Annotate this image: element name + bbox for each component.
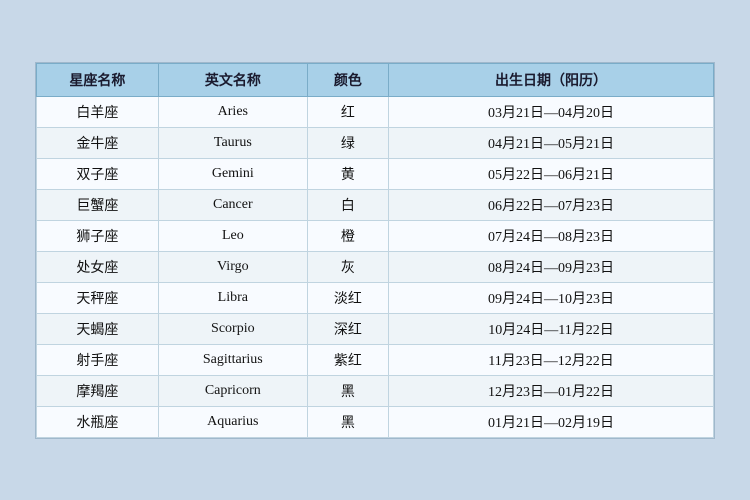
cell-chinese: 狮子座 (37, 220, 159, 251)
zodiac-table: 星座名称 英文名称 颜色 出生日期（阳历） 白羊座Aries红03月21日—04… (36, 63, 714, 438)
cell-color: 红 (307, 96, 388, 127)
cell-date: 04月21日—05月21日 (389, 127, 714, 158)
cell-color: 白 (307, 189, 388, 220)
cell-chinese: 摩羯座 (37, 375, 159, 406)
cell-english: Libra (158, 282, 307, 313)
table-row: 射手座Sagittarius紫红11月23日—12月22日 (37, 344, 714, 375)
cell-english: Gemini (158, 158, 307, 189)
cell-chinese: 双子座 (37, 158, 159, 189)
table-row: 白羊座Aries红03月21日—04月20日 (37, 96, 714, 127)
header-chinese: 星座名称 (37, 63, 159, 96)
table-row: 摩羯座Capricorn黑12月23日—01月22日 (37, 375, 714, 406)
table-header-row: 星座名称 英文名称 颜色 出生日期（阳历） (37, 63, 714, 96)
cell-english: Aquarius (158, 406, 307, 437)
cell-color: 黄 (307, 158, 388, 189)
cell-chinese: 天秤座 (37, 282, 159, 313)
table-body: 白羊座Aries红03月21日—04月20日金牛座Taurus绿04月21日—0… (37, 96, 714, 437)
cell-date: 10月24日—11月22日 (389, 313, 714, 344)
cell-color: 灰 (307, 251, 388, 282)
cell-date: 09月24日—10月23日 (389, 282, 714, 313)
cell-english: Leo (158, 220, 307, 251)
cell-english: Sagittarius (158, 344, 307, 375)
cell-color: 深红 (307, 313, 388, 344)
cell-date: 08月24日—09月23日 (389, 251, 714, 282)
cell-chinese: 金牛座 (37, 127, 159, 158)
cell-chinese: 白羊座 (37, 96, 159, 127)
table-row: 巨蟹座Cancer白06月22日—07月23日 (37, 189, 714, 220)
cell-chinese: 天蝎座 (37, 313, 159, 344)
cell-date: 03月21日—04月20日 (389, 96, 714, 127)
cell-date: 05月22日—06月21日 (389, 158, 714, 189)
table-row: 狮子座Leo橙07月24日—08月23日 (37, 220, 714, 251)
cell-english: Cancer (158, 189, 307, 220)
cell-color: 淡红 (307, 282, 388, 313)
cell-english: Virgo (158, 251, 307, 282)
table-row: 天蝎座Scorpio深红10月24日—11月22日 (37, 313, 714, 344)
cell-color: 黑 (307, 375, 388, 406)
cell-chinese: 处女座 (37, 251, 159, 282)
cell-color: 绿 (307, 127, 388, 158)
zodiac-table-container: 星座名称 英文名称 颜色 出生日期（阳历） 白羊座Aries红03月21日—04… (35, 62, 715, 439)
cell-english: Aries (158, 96, 307, 127)
table-row: 金牛座Taurus绿04月21日—05月21日 (37, 127, 714, 158)
cell-date: 11月23日—12月22日 (389, 344, 714, 375)
cell-chinese: 巨蟹座 (37, 189, 159, 220)
table-row: 水瓶座Aquarius黑01月21日—02月19日 (37, 406, 714, 437)
cell-date: 06月22日—07月23日 (389, 189, 714, 220)
cell-date: 07月24日—08月23日 (389, 220, 714, 251)
header-english: 英文名称 (158, 63, 307, 96)
cell-date: 12月23日—01月22日 (389, 375, 714, 406)
cell-english: Scorpio (158, 313, 307, 344)
cell-chinese: 射手座 (37, 344, 159, 375)
cell-english: Capricorn (158, 375, 307, 406)
cell-color: 黑 (307, 406, 388, 437)
header-date: 出生日期（阳历） (389, 63, 714, 96)
header-color: 颜色 (307, 63, 388, 96)
cell-chinese: 水瓶座 (37, 406, 159, 437)
cell-date: 01月21日—02月19日 (389, 406, 714, 437)
table-row: 处女座Virgo灰08月24日—09月23日 (37, 251, 714, 282)
cell-color: 橙 (307, 220, 388, 251)
cell-english: Taurus (158, 127, 307, 158)
table-row: 天秤座Libra淡红09月24日—10月23日 (37, 282, 714, 313)
table-row: 双子座Gemini黄05月22日—06月21日 (37, 158, 714, 189)
cell-color: 紫红 (307, 344, 388, 375)
